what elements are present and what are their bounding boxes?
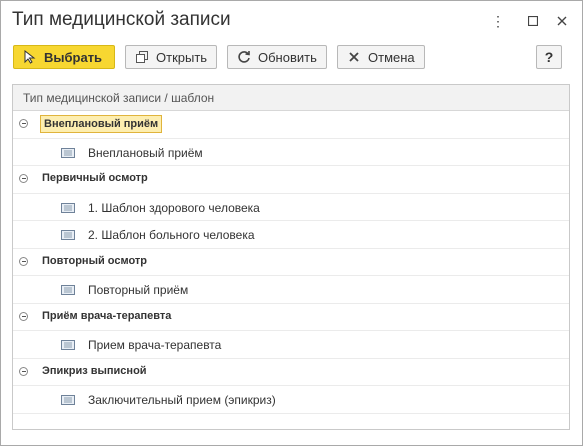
collapse-icon[interactable] <box>19 256 28 266</box>
close-icon[interactable] <box>552 11 572 31</box>
template-label: Прием врача-терапевта <box>88 338 222 352</box>
template-document-icon <box>61 202 75 213</box>
select-button[interactable]: Выбрать <box>13 45 115 69</box>
template-label: Повторный приём <box>88 283 189 297</box>
dialog-window: Тип медицинской записи ⋮ Выбрать Открыть… <box>0 0 583 446</box>
open-icon <box>134 49 150 65</box>
template-label: Заключительный прием (эпикриз) <box>88 393 276 407</box>
table-row[interactable]: Прием врача-терапевта <box>13 331 569 359</box>
title-bar: Тип медицинской записи ⋮ <box>1 1 582 41</box>
refresh-icon <box>236 49 252 65</box>
cancel-icon <box>346 49 362 65</box>
group-label: Приём врача-терапевта <box>42 309 172 322</box>
collapse-icon[interactable] <box>19 119 28 128</box>
table-group-row[interactable]: Первичный осмотр <box>13 166 569 194</box>
cursor-icon <box>22 49 38 65</box>
refresh-button[interactable]: Обновить <box>227 45 327 69</box>
table-group-row[interactable]: Эпикриз выписной <box>13 359 569 386</box>
collapse-icon[interactable] <box>19 366 28 376</box>
open-button[interactable]: Открыть <box>125 45 217 69</box>
record-type-table: Тип медицинской записи / шаблон Внеплано… <box>12 84 570 430</box>
cancel-button[interactable]: Отмена <box>337 45 425 69</box>
template-document-icon <box>61 229 75 240</box>
open-button-label: Открыть <box>156 49 208 65</box>
window-title: Тип медицинской записи <box>12 9 231 30</box>
collapse-icon[interactable] <box>19 311 28 321</box>
select-button-label: Выбрать <box>44 49 103 65</box>
table-row[interactable]: Заключительный прием (эпикриз) <box>13 386 569 414</box>
collapse-icon[interactable] <box>19 174 28 183</box>
help-button-label: ? <box>544 49 554 65</box>
table-group-row[interactable]: Внеплановый приём <box>13 111 569 139</box>
table-row[interactable]: Внеплановый приём <box>13 139 569 166</box>
toolbar: Выбрать Открыть Обновить Отмена ? <box>1 41 582 77</box>
template-document-icon <box>61 394 75 405</box>
help-button[interactable]: ? <box>536 45 562 69</box>
group-label: Повторный осмотр <box>42 254 148 267</box>
group-label: Эпикриз выписной <box>42 364 147 377</box>
maximize-icon[interactable] <box>523 11 543 31</box>
table-row[interactable]: Повторный приём <box>13 276 569 304</box>
template-label: Внеплановый приём <box>88 145 203 160</box>
group-label: Внеплановый приём <box>40 115 163 133</box>
group-label: Первичный осмотр <box>42 172 148 184</box>
refresh-button-label: Обновить <box>258 49 317 65</box>
more-icon[interactable]: ⋮ <box>488 11 508 31</box>
table-row[interactable]: 1. Шаблон здорового человека <box>13 194 569 221</box>
template-document-icon <box>61 284 75 295</box>
template-label: 1. Шаблон здорового человека <box>88 200 260 215</box>
template-document-icon <box>61 147 75 158</box>
table-group-row[interactable]: Приём врача-терапевта <box>13 304 569 331</box>
table-group-row[interactable]: Повторный осмотр <box>13 249 569 276</box>
cancel-button-label: Отмена <box>368 49 415 65</box>
template-document-icon <box>61 339 75 350</box>
table-header: Тип медицинской записи / шаблон <box>13 85 569 111</box>
table-body: Внеплановый приём Внеплановый приём Первич… <box>13 111 569 414</box>
table-row[interactable]: 2. Шаблон больного человека <box>13 221 569 249</box>
template-label: 2. Шаблон больного человека <box>88 228 255 242</box>
